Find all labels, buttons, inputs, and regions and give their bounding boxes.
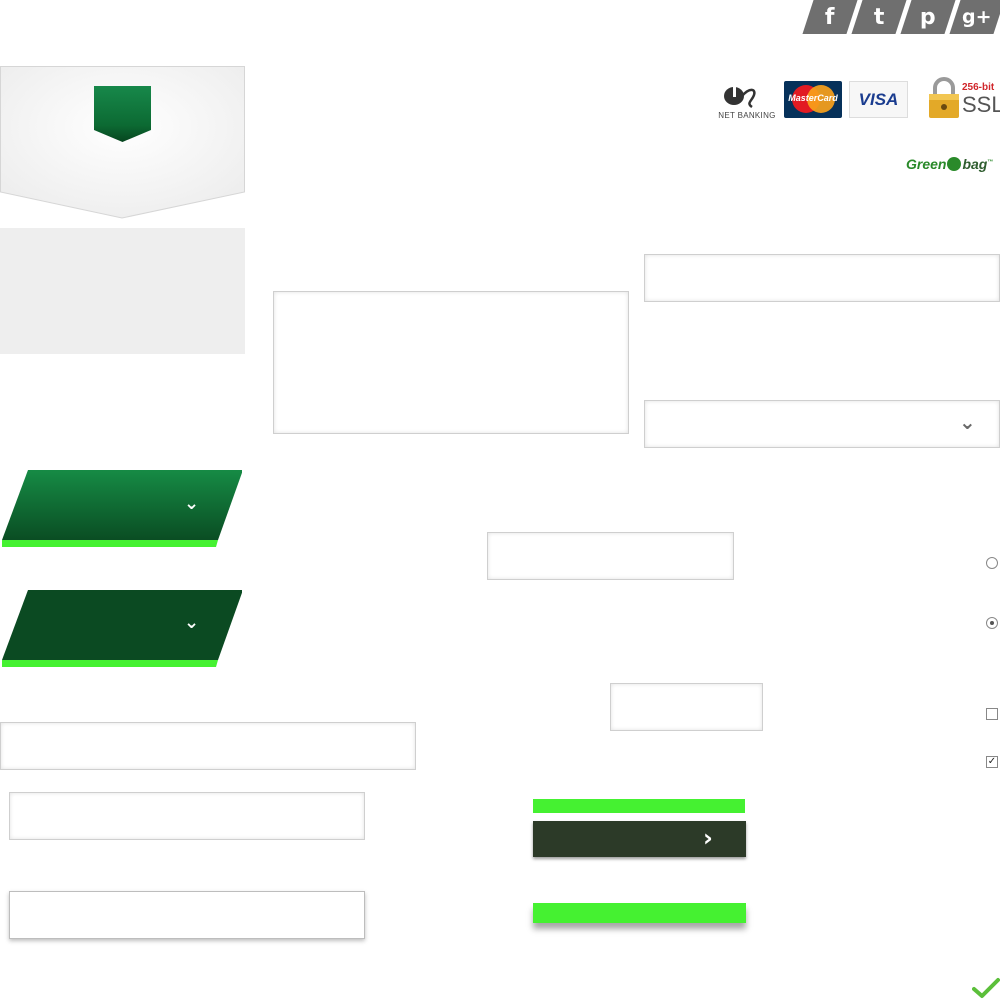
- mastercard-logo: MasterCard: [784, 81, 842, 118]
- radio-unchecked[interactable]: [986, 557, 998, 569]
- greenbag-logo: Green bag™: [906, 156, 993, 172]
- checkbox-checked[interactable]: ✓: [986, 756, 998, 768]
- middle-input[interactable]: [487, 532, 734, 580]
- success-check-icon: [972, 978, 1000, 998]
- brand-green-text: Green: [906, 156, 947, 172]
- pinterest-icon[interactable]: p: [900, 0, 956, 34]
- google-plus-icon[interactable]: g+: [949, 0, 1000, 34]
- small-input[interactable]: [610, 683, 763, 731]
- ssl-label: SSL: [962, 92, 1000, 117]
- green-stripe-button[interactable]: [533, 799, 745, 813]
- input-field-1[interactable]: [9, 792, 365, 840]
- dark-arrow-button[interactable]: ›: [533, 821, 746, 857]
- chevron-down-icon: ⌄: [959, 410, 976, 434]
- pinterest-glyph: p: [920, 4, 936, 30]
- net-banking-label: NET BANKING: [718, 111, 776, 120]
- wide-input[interactable]: [0, 722, 416, 770]
- message-textarea[interactable]: [273, 291, 629, 434]
- facebook-icon[interactable]: f: [802, 0, 858, 34]
- radio-dot: [990, 621, 994, 625]
- top-right-input[interactable]: [644, 254, 1000, 302]
- green-shadow-button[interactable]: [533, 903, 746, 923]
- checkbox-unchecked[interactable]: [986, 708, 998, 720]
- shield-logo-icon: [94, 86, 151, 142]
- net-banking-icon: [724, 87, 756, 109]
- green-dropdown-button[interactable]: [2, 470, 242, 548]
- select-field[interactable]: ⌄: [644, 400, 1000, 448]
- check-icon: ✓: [987, 756, 997, 767]
- globe-icon: [947, 157, 962, 171]
- visa-label: VISA: [858, 89, 899, 109]
- chevron-down-icon: ⌄: [184, 493, 200, 514]
- info-panel: [0, 228, 245, 354]
- google-plus-glyph: g+: [962, 6, 992, 28]
- trademark-mark: ™: [987, 159, 994, 166]
- chevron-right-icon: ›: [703, 824, 713, 852]
- brand-bag-text: bag: [962, 156, 988, 172]
- padlock-icon: [929, 77, 959, 118]
- facebook-glyph: f: [825, 4, 835, 30]
- twitter-glyph: t: [873, 4, 885, 30]
- mastercard-label: MasterCard: [788, 93, 838, 103]
- twitter-icon[interactable]: t: [851, 0, 907, 34]
- visa-logo: VISA: [849, 81, 908, 118]
- dark-green-dropdown-button[interactable]: [2, 590, 242, 668]
- chevron-down-icon: ⌄: [184, 612, 200, 633]
- input-field-focused[interactable]: [9, 891, 365, 939]
- radio-checked[interactable]: [986, 617, 998, 629]
